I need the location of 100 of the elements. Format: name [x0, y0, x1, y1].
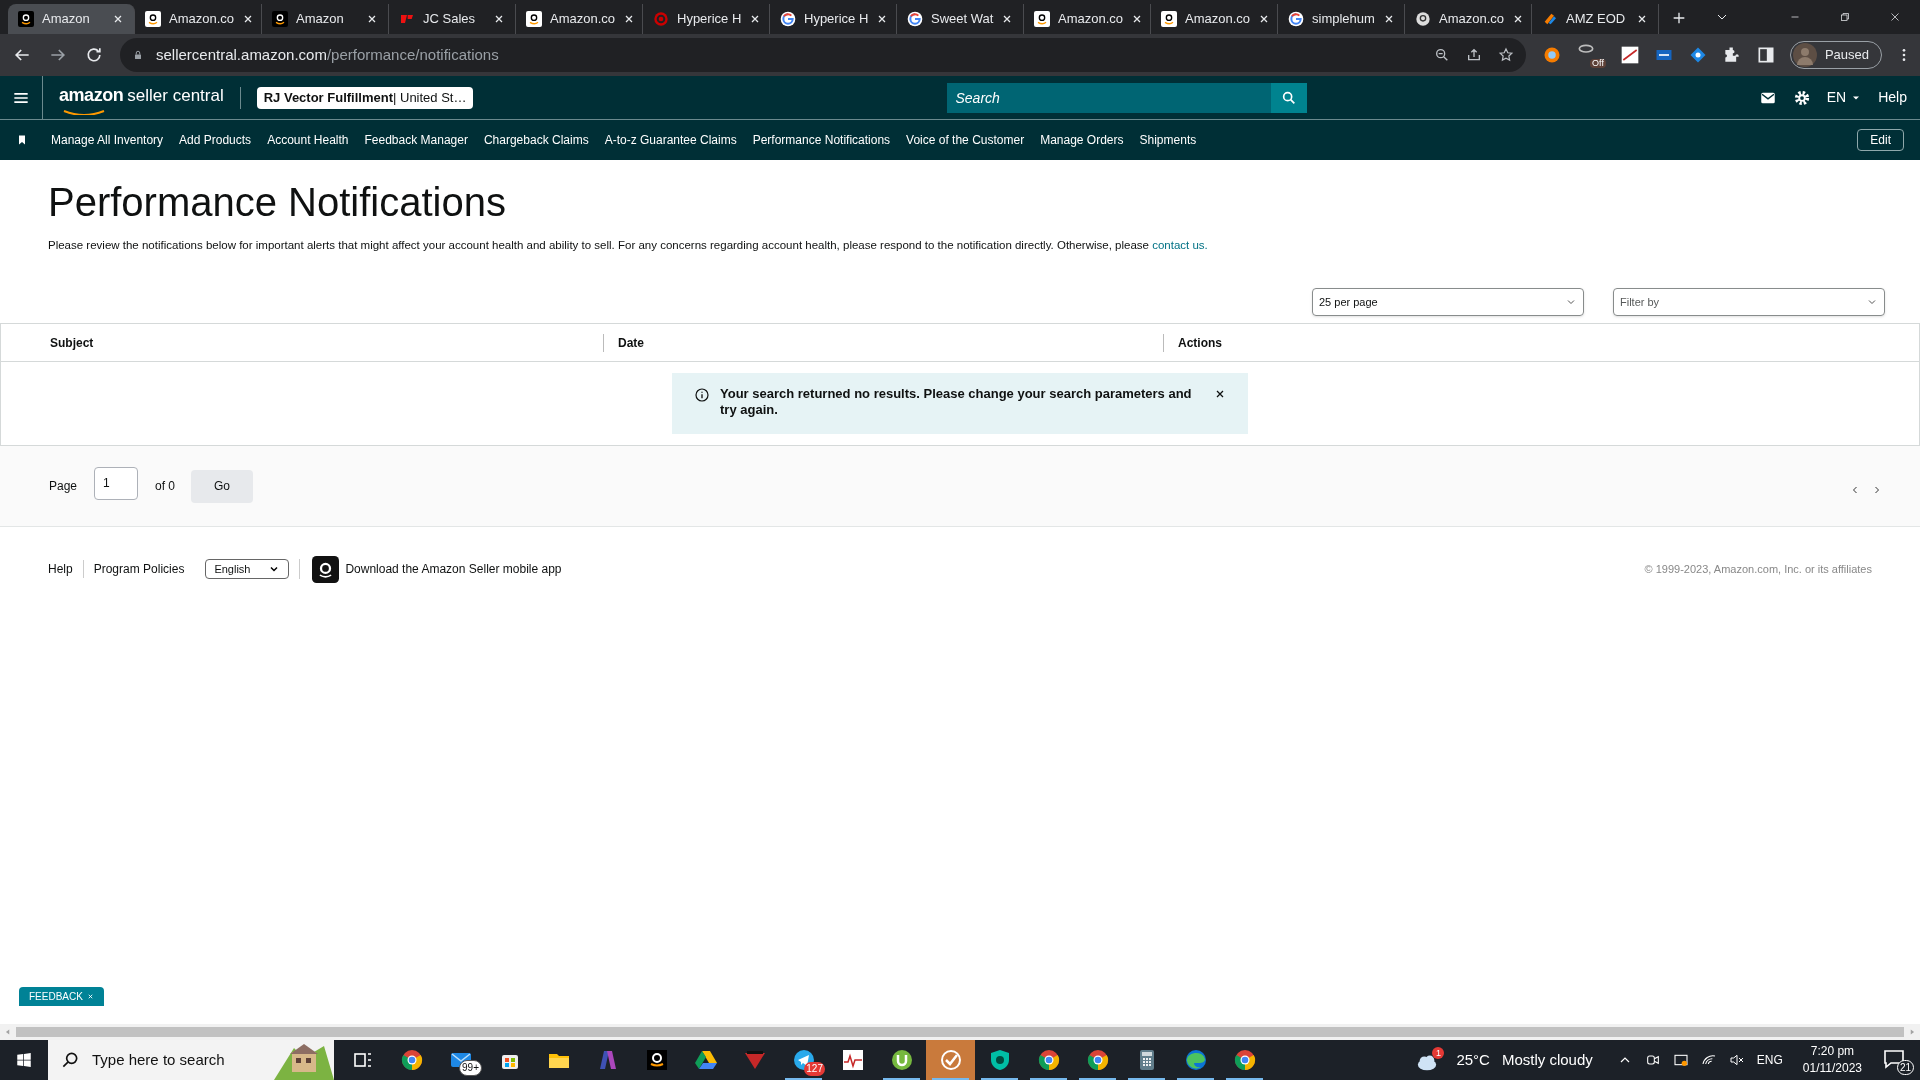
letter-a-icon [1415, 11, 1431, 27]
page-label: Page [49, 478, 78, 496]
taskbar-app-button[interactable]: 99+ [436, 1040, 485, 1080]
address-bar[interactable]: sellercentral.amazon.com/performance/notifications [120, 38, 1526, 72]
feedback-button[interactable]: FEEDBACK [19, 987, 104, 1006]
time-text: 7:20 pm [1810, 1043, 1855, 1060]
nav-link[interactable]: Manage Orders [1040, 131, 1124, 149]
nav-link[interactable]: Voice of the Customer [906, 131, 1025, 149]
display-icon[interactable] [1672, 1052, 1689, 1068]
chrome-icon [1036, 1048, 1061, 1072]
filter-dropdown[interactable]: Filter by [1613, 288, 1885, 317]
windows-start-icon[interactable] [15, 1051, 33, 1069]
chrome-icon [399, 1048, 424, 1072]
taskbar-app-button[interactable]: 127 [779, 1040, 828, 1080]
target-icon [653, 11, 669, 27]
close-icon[interactable] [1636, 13, 1648, 25]
muted-speaker-icon[interactable] [1728, 1052, 1745, 1068]
tab-title: Amazon.co [169, 10, 235, 29]
search-field[interactable]: Search [947, 82, 1272, 113]
bookmark-icon[interactable] [16, 134, 28, 146]
drive-triangle-icon [693, 1048, 718, 1072]
column-header[interactable]: Subject [50, 333, 94, 352]
taskbar-search-field[interactable]: Type here to search [48, 1040, 334, 1080]
contact-link[interactable]: contact us. [1152, 239, 1208, 251]
input-language-text[interactable]: ENG [1756, 1051, 1783, 1069]
column-header[interactable]: Date [618, 333, 644, 352]
nav-link[interactable]: Feedback Manager [364, 131, 468, 149]
help-link[interactable]: Help [1878, 87, 1907, 108]
clock[interactable]: 7:20 pm 01/11/2023 [1802, 1043, 1862, 1077]
letter-a-icon [1034, 11, 1050, 27]
chart-icon [840, 1048, 865, 1072]
notifications-button[interactable]: 21 [1882, 1047, 1912, 1073]
scrollbar-thumb[interactable] [16, 1027, 1904, 1037]
page-number-field[interactable]: 1 [94, 466, 139, 500]
temperature-text: 25°C [1456, 1049, 1490, 1070]
reload-icon[interactable] [84, 45, 104, 65]
close-icon[interactable] [366, 13, 378, 25]
bookmark-star-icon[interactable] [1497, 47, 1514, 63]
google-g-icon [907, 11, 923, 27]
close-icon[interactable] [112, 13, 124, 25]
tab-title: Hyperice H [804, 10, 869, 29]
stripes-logo-icon [1542, 11, 1558, 27]
app-download-link[interactable]: Download the Amazon Seller mobile app [345, 560, 562, 579]
letter-a-icon [1161, 11, 1177, 27]
tab-title: Amazon.co [1058, 10, 1124, 29]
date-text: 01/11/2023 [1802, 1060, 1862, 1077]
tab-title: Amazon.co [1185, 10, 1251, 29]
restore-icon[interactable] [1839, 11, 1851, 23]
nav-link[interactable]: Account Health [267, 131, 349, 149]
tab-title: Amazon [42, 10, 91, 29]
share-icon[interactable] [1465, 47, 1482, 63]
page-count-text: of 0 [155, 478, 176, 496]
nav-link[interactable]: Shipments [1139, 131, 1197, 149]
chrome-icon [1085, 1048, 1110, 1072]
nav-link[interactable]: Manage All Inventory [51, 131, 164, 149]
badge: 1 [1432, 1047, 1445, 1059]
seller-central-logo[interactable]: amazon seller central [59, 82, 224, 113]
close-icon[interactable] [1889, 11, 1901, 23]
letter-a-icon [644, 1048, 669, 1072]
tab-title: AMZ EOD [1566, 10, 1627, 29]
tab-title: simplehum [1312, 10, 1375, 29]
zoom-out-icon[interactable] [1433, 47, 1450, 63]
go-button[interactable]: Go [191, 469, 254, 503]
camera-icon[interactable] [1644, 1052, 1661, 1068]
avatar-icon [1792, 43, 1817, 67]
page-title: Performance Notifications [48, 179, 507, 226]
language-dropdown[interactable]: English [205, 559, 290, 580]
browser-tab[interactable]: Amazon [8, 4, 135, 34]
nav-link[interactable]: A-to-z Guarantee Claims [604, 131, 737, 149]
footer-link[interactable]: Help [48, 560, 84, 579]
nav-link[interactable]: Add Products [179, 131, 252, 149]
extension-icon[interactable] [1619, 45, 1640, 65]
settings-icon[interactable] [1792, 88, 1811, 107]
description-text: Please review the notifications below for important alerts that might affect your account health and ability to sell. For any concerns regarding account health, please respond to the notification directly. Otherwise, please contact us. [48, 238, 1209, 253]
url-text: sellercentral.amazon.com/performance/notifications [156, 44, 499, 65]
search-icon [60, 1050, 80, 1070]
search-icon [1281, 89, 1298, 106]
alert-message: Your search returned no results. Please change your search parameters and try again. [720, 386, 1193, 419]
tab-title: Amazon [296, 10, 345, 29]
column-header[interactable]: Actions [1178, 333, 1222, 352]
close-icon[interactable] [493, 13, 505, 25]
edge-icon [1183, 1048, 1208, 1072]
search-button[interactable] [1271, 82, 1308, 113]
tab-title: Sweet Wat [931, 10, 994, 29]
per-page-dropdown[interactable]: 25 per page [1312, 288, 1584, 317]
letter-a-icon [18, 11, 34, 27]
language-menu[interactable]: EN [1826, 87, 1863, 108]
letter-a-icon [272, 11, 288, 27]
nav-link[interactable]: Chargeback Claims [483, 131, 589, 149]
utorrent-icon [889, 1048, 914, 1072]
google-g-icon [1288, 11, 1304, 27]
account-switcher[interactable]: RJ Vector Fulfillment| United St… [256, 86, 474, 109]
nav-link[interactable]: Performance Notifications [752, 131, 891, 149]
new-tab-icon[interactable] [1671, 10, 1687, 26]
app-logo-icon [312, 555, 340, 583]
edit-button[interactable]: Edit [1857, 129, 1904, 151]
footer-link[interactable]: Program Policies [83, 560, 195, 579]
tab-title: Amazon.co [550, 10, 616, 29]
info-icon [694, 387, 710, 404]
tab-title: Amazon.co [1439, 10, 1505, 29]
